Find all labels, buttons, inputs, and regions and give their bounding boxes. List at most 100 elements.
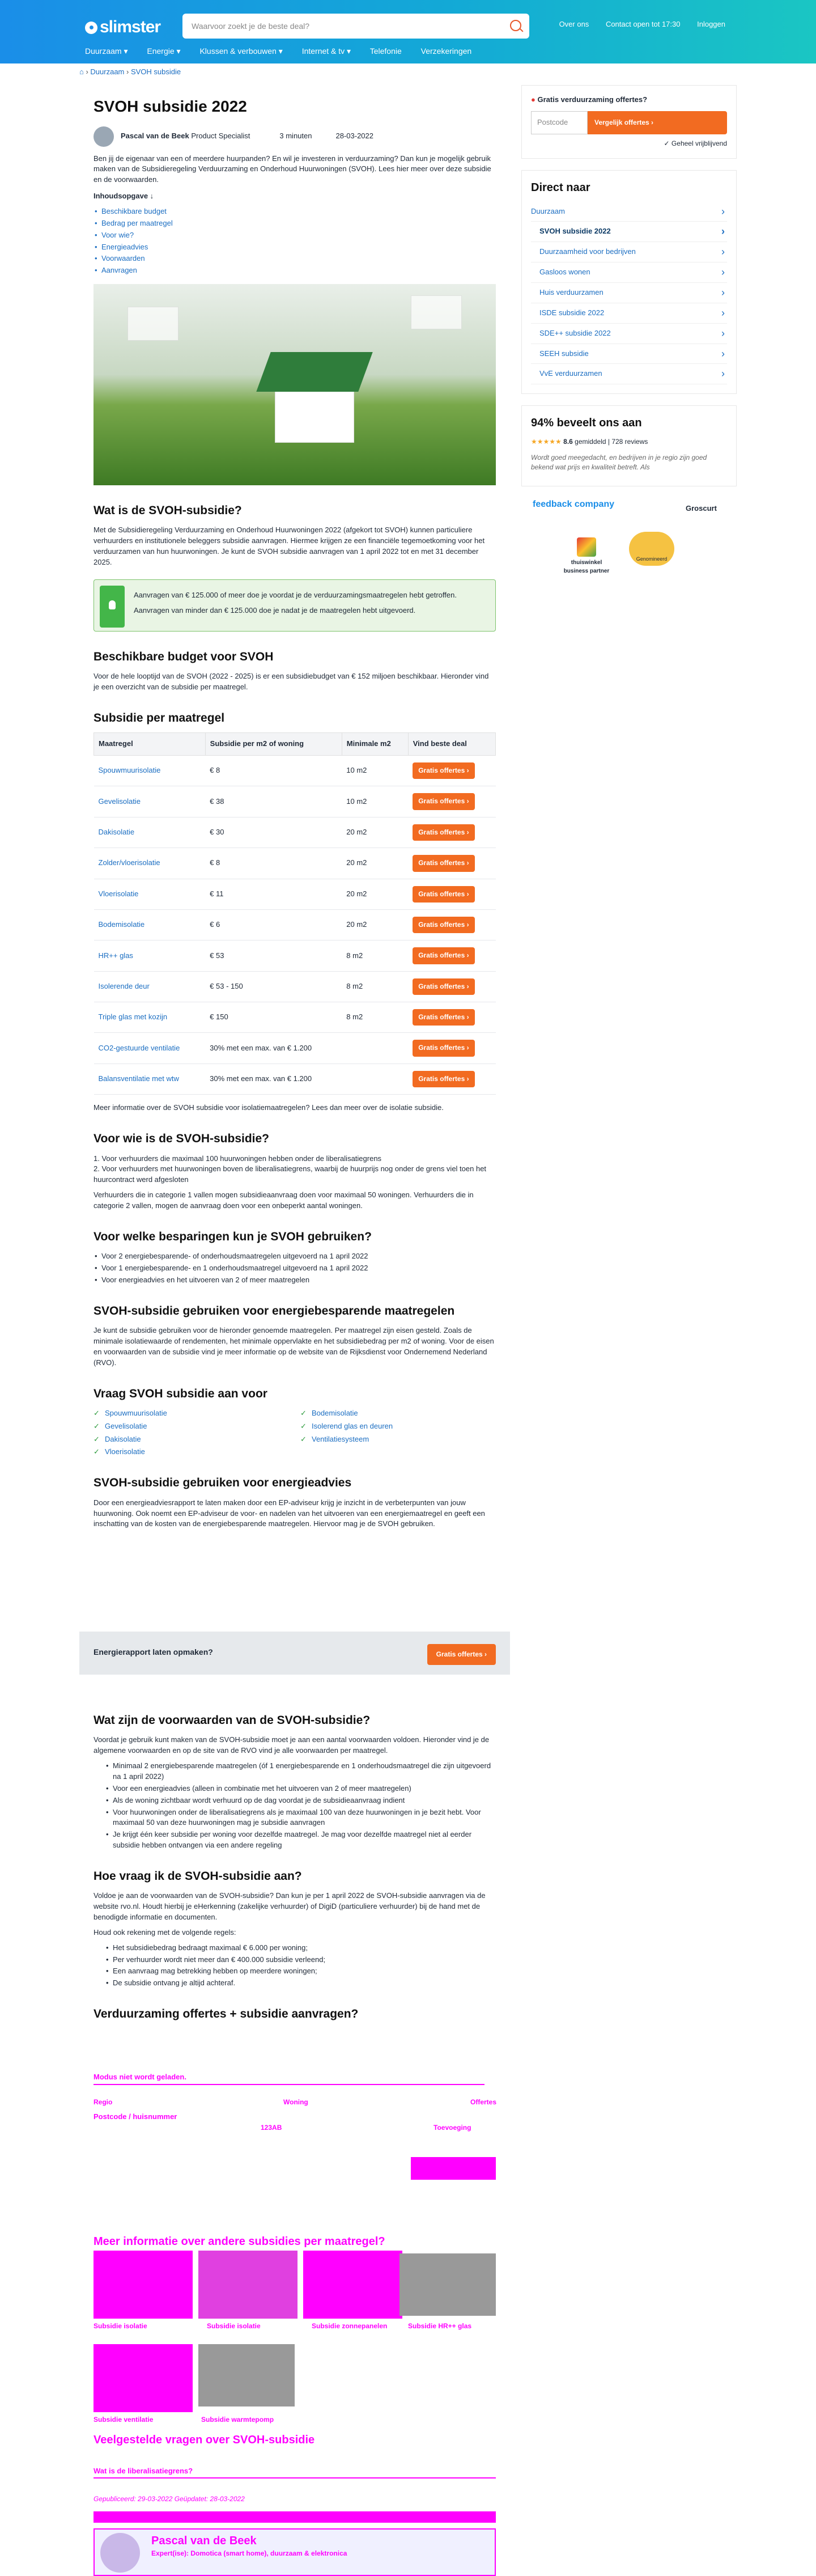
- subsidy-cell: € 6: [205, 909, 342, 941]
- free-quotes-button[interactable]: Gratis offertes ›: [413, 824, 475, 841]
- groscurt-badge: Groscurt: [686, 504, 717, 513]
- toc-item[interactable]: Beschikbare budget: [94, 206, 496, 217]
- section-title: Subsidie per maatregel: [94, 711, 225, 724]
- section-title: Meer informatie over andere subsidies pe…: [94, 2235, 385, 2248]
- page-title: SVOH subsidie 2022: [94, 98, 247, 115]
- measure-cell[interactable]: Gevelisolatie: [94, 786, 206, 817]
- toc-list: Beschikbare budget Bedrag per maatregel …: [94, 206, 496, 276]
- measure-cell[interactable]: Balansventilatie met wtw: [94, 1064, 206, 1095]
- addition-input[interactable]: Toevoeging: [434, 2123, 471, 2133]
- toc-item[interactable]: Bedrag per maatregel: [94, 218, 496, 229]
- direct-item[interactable]: SEEH subsidie: [531, 344, 727, 365]
- submit-button[interactable]: [411, 2157, 496, 2180]
- nav-klussen[interactable]: Klussen & verbouwen ▾: [199, 46, 282, 56]
- postcode-input[interactable]: Postcode: [531, 111, 588, 135]
- form-step-label: Woning: [283, 2098, 308, 2106]
- breadcrumb-current[interactable]: SVOH subsidie: [131, 67, 181, 76]
- ask-item[interactable]: Gevelisolatie: [94, 1421, 289, 1432]
- article-lower: Wat zijn de voorwaarden van de SVOH-subs…: [79, 1695, 510, 2029]
- nav-telefonie[interactable]: Telefonie: [370, 46, 402, 56]
- measure-cell[interactable]: Isolerende deur: [94, 971, 206, 1003]
- list-item: Je krijgt één keer subsidie per woning v…: [105, 1829, 496, 1851]
- free-quotes-button[interactable]: Gratis offertes ›: [413, 1070, 475, 1088]
- ask-item[interactable]: Vloerisolatie: [94, 1447, 289, 1458]
- measure-cell[interactable]: Dakisolatie: [94, 817, 206, 849]
- compare-button[interactable]: Vergelijk offertes ›: [588, 111, 727, 135]
- toc-item[interactable]: Energieadvies: [94, 242, 496, 253]
- ask-item[interactable]: Bodemisolatie: [300, 1408, 496, 1419]
- measure-cell[interactable]: Spouwmuurisolatie: [94, 755, 206, 787]
- direct-item[interactable]: VvE verduurzamen: [531, 364, 727, 385]
- direct-item[interactable]: Duurzaam: [531, 202, 727, 222]
- direct-item[interactable]: Duurzaamheid voor bedrijven: [531, 242, 727, 263]
- search-input[interactable]: Waarvoor zoekt je de beste deal?: [182, 14, 529, 39]
- direct-item[interactable]: Gasloos wonen: [531, 262, 727, 283]
- ask-list: Spouwmuurisolatie Bodemisolatie Geveliso…: [94, 1408, 496, 1458]
- postcode-input[interactable]: 123AB: [261, 2123, 282, 2133]
- author-role: Product Specialist: [191, 132, 250, 141]
- table-header: Minimale m2: [341, 732, 409, 756]
- nav-internet[interactable]: Internet & tv ▾: [302, 46, 351, 56]
- ask-item[interactable]: Spouwmuurisolatie: [94, 1408, 289, 1419]
- free-quotes-button[interactable]: Gratis offertes ›: [413, 1040, 475, 1057]
- direct-item[interactable]: ISDE subsidie 2022: [531, 303, 727, 324]
- ask-item[interactable]: Dakisolatie: [94, 1434, 289, 1445]
- direct-item[interactable]: Huis verduurzamen: [531, 283, 727, 303]
- direct-item[interactable]: SDE++ subsidie 2022: [531, 324, 727, 344]
- card-label: Subsidie zonnepanelen: [312, 2322, 388, 2330]
- free-quotes-button[interactable]: Gratis offertes ›: [413, 855, 475, 872]
- faq-question[interactable]: Wat is de liberalisatiegrens?: [94, 2466, 193, 2477]
- logo[interactable]: ● slimster: [85, 15, 161, 40]
- measure-cell[interactable]: Bodemisolatie: [94, 909, 206, 941]
- direct-item-active[interactable]: SVOH subsidie 2022: [531, 222, 727, 243]
- link-login[interactable]: Inloggen: [697, 20, 725, 28]
- ask-item[interactable]: Ventilatiesysteem: [300, 1434, 496, 1445]
- thuiswinkel-logo: thuiswinkel business partner: [561, 537, 612, 575]
- measure-cell[interactable]: Zolder/vloerisolatie: [94, 848, 206, 879]
- cta-button[interactable]: Gratis offertes ›: [427, 1644, 496, 1666]
- home-icon[interactable]: ⌂: [79, 67, 84, 76]
- lightbulb-icon: [100, 585, 125, 628]
- free-quotes-button[interactable]: Gratis offertes ›: [413, 886, 475, 903]
- breadcrumb-duurzaam[interactable]: Duurzaam: [90, 67, 124, 76]
- free-quotes-button[interactable]: Gratis offertes ›: [413, 762, 475, 779]
- divider: [94, 2511, 496, 2523]
- nav-energie[interactable]: Energie ▾: [147, 46, 180, 56]
- subsidy-card[interactable]: [400, 2253, 496, 2316]
- feedback-company-logo: feedback company: [533, 499, 615, 510]
- search-icon[interactable]: [510, 20, 521, 31]
- measure-cell[interactable]: Vloerisolatie: [94, 879, 206, 910]
- subsidy-card[interactable]: [198, 2344, 295, 2406]
- cta-band: Energierapport laten opmaken? Gratis off…: [79, 1632, 510, 1675]
- list-item: Minimaal 2 energiebesparende maatregelen…: [105, 1761, 496, 1782]
- list-item: Het subsidiebedrag bedraagt maximaal € 6…: [105, 1943, 496, 1954]
- measure-cell[interactable]: Triple glas met kozijn: [94, 1002, 206, 1033]
- section-title: Beschikbare budget voor SVOH: [94, 650, 274, 663]
- toc-item[interactable]: Aanvragen: [94, 265, 496, 276]
- free-quotes-button[interactable]: Gratis offertes ›: [413, 793, 475, 810]
- measure-cell[interactable]: CO2-gestuurde ventilatie: [94, 1032, 206, 1064]
- toc-item[interactable]: Voor wie?: [94, 230, 496, 241]
- subsidy-card[interactable]: [303, 2251, 402, 2319]
- subsidy-cell: € 38: [205, 786, 342, 817]
- measure-cell[interactable]: HR++ glas: [94, 940, 206, 972]
- free-quotes-button[interactable]: Gratis offertes ›: [413, 916, 475, 934]
- link-about[interactable]: Over ons: [559, 20, 589, 28]
- paragraph: Voldoe je aan de voorwaarden van de SVOH…: [94, 1891, 486, 1921]
- toc-item[interactable]: Voorwaarden: [94, 253, 496, 264]
- subsidy-card[interactable]: [198, 2251, 298, 2319]
- ask-item[interactable]: Isolerend glas en deuren: [300, 1421, 496, 1432]
- link-contact[interactable]: Contact open tot 17:30: [606, 20, 681, 28]
- section-title: Hoe vraag ik de SVOH-subsidie aan?: [94, 1869, 302, 1883]
- trust-badges: feedback company Groscurt thuiswinkel bu…: [521, 498, 737, 588]
- free-quotes-button[interactable]: Gratis offertes ›: [413, 947, 475, 964]
- nav-verzekeringen[interactable]: Verzekeringen: [421, 46, 472, 56]
- free-quotes-button[interactable]: Gratis offertes ›: [413, 978, 475, 995]
- free-quotes-button[interactable]: Gratis offertes ›: [413, 1009, 475, 1026]
- breadcrumb: ⌂ › Duurzaam › SVOH subsidie: [79, 67, 181, 76]
- deal-cell: Gratis offertes ›: [408, 971, 496, 1003]
- nav-duurzaam[interactable]: Duurzaam ▾: [85, 46, 128, 56]
- subsidy-card[interactable]: [94, 2251, 193, 2319]
- progress-line: [94, 2084, 484, 2085]
- subsidy-card[interactable]: [94, 2344, 193, 2412]
